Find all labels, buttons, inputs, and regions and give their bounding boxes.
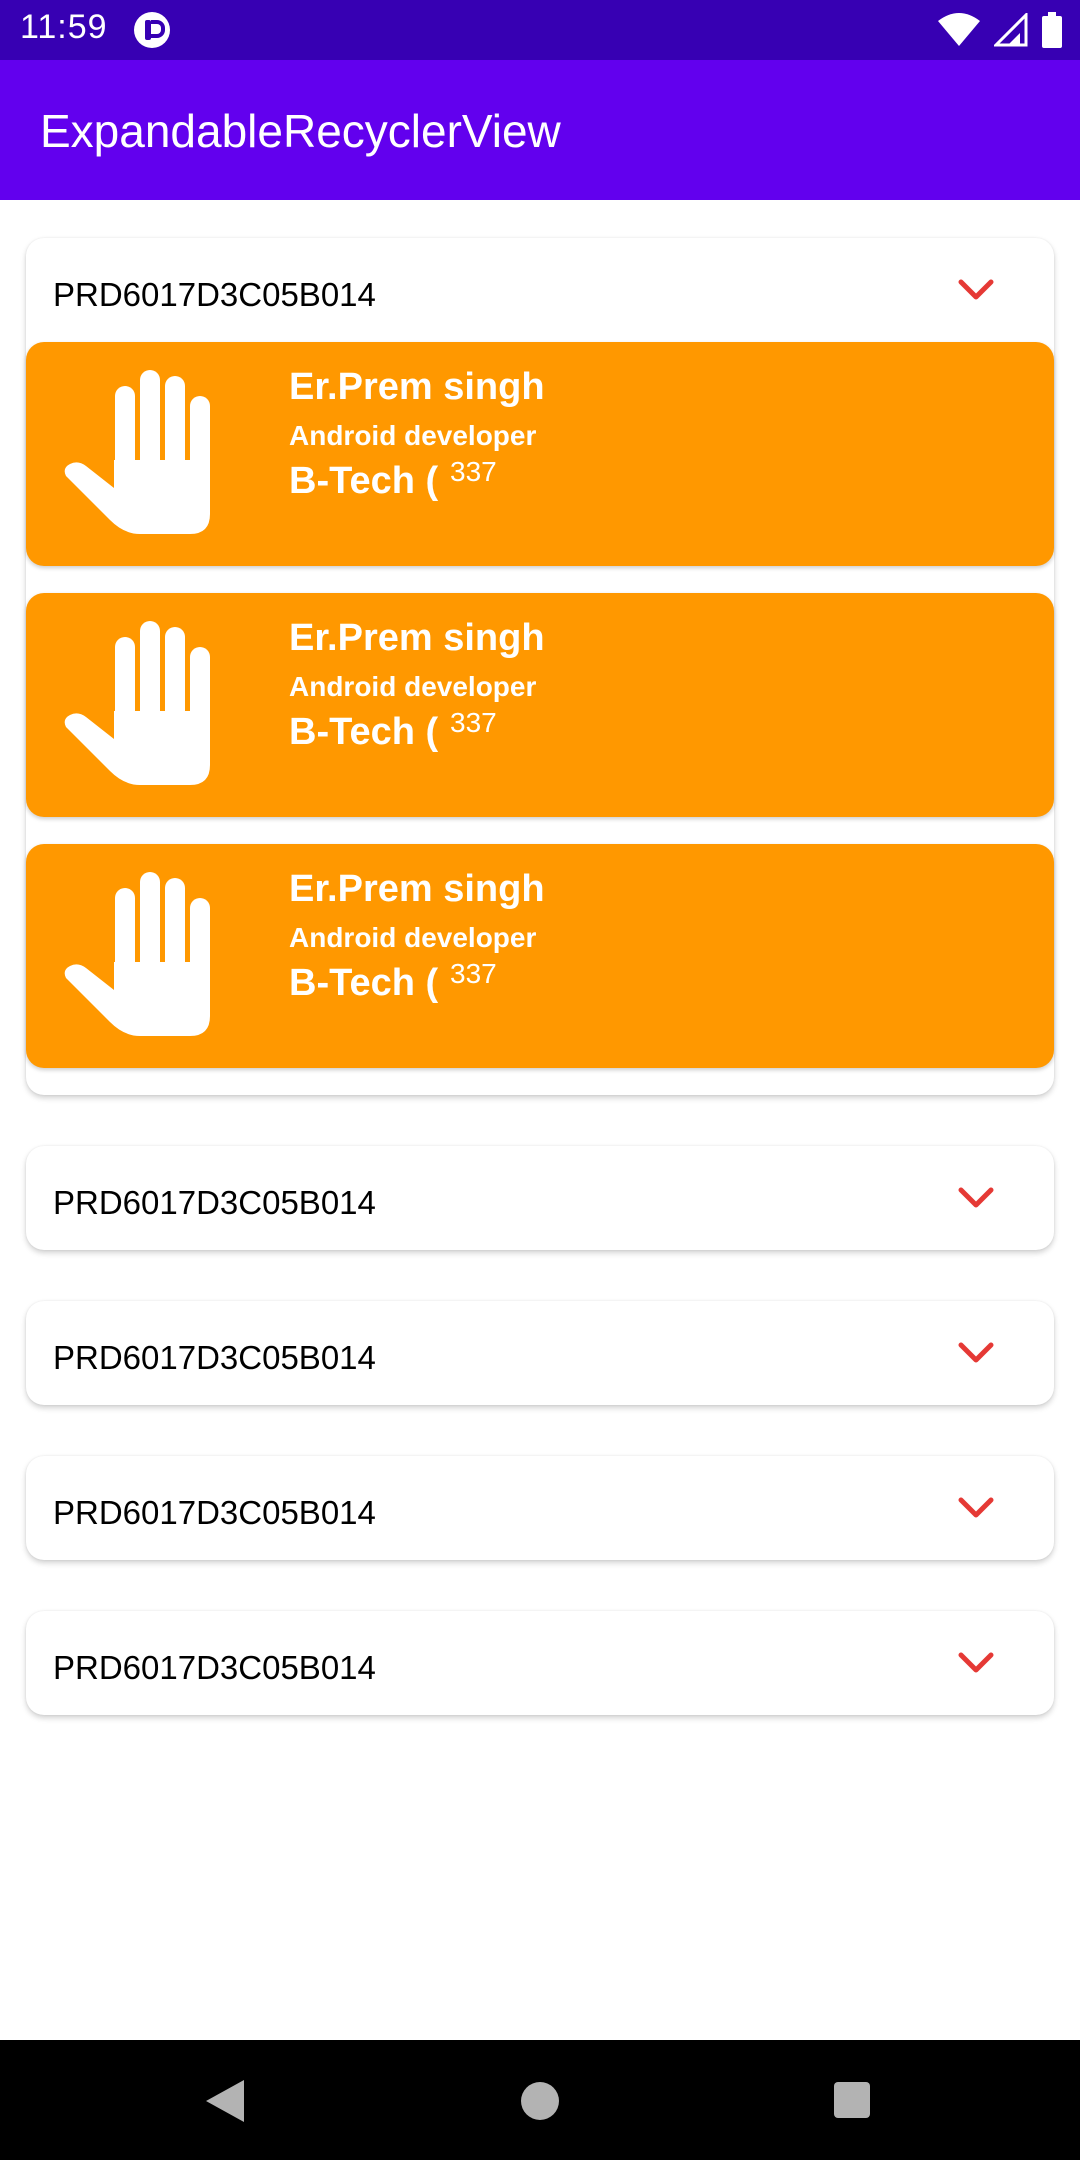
home-icon[interactable] (521, 2082, 559, 2120)
group-title: PRD6017D3C05B014 (53, 1184, 376, 1221)
group-header[interactable]: PRD6017D3C05B014 (26, 1611, 1054, 1715)
app-screen: 11:59 ExpandableRecyclerView PRD6017D3C0… (0, 0, 1080, 2160)
app-title: ExpandableRecyclerView (40, 105, 561, 157)
child-degree: B-Tech ( (289, 711, 439, 753)
chevron-down-icon[interactable] (958, 1341, 994, 1365)
app-notification-icon (134, 12, 170, 48)
child-role: Android developer (289, 922, 537, 953)
child-degree-sup: 337 (450, 456, 497, 487)
status-bar: 11:59 (0, 0, 1080, 60)
chevron-down-icon[interactable] (958, 1496, 994, 1520)
chevron-down-icon[interactable] (958, 1186, 994, 1210)
group-title: PRD6017D3C05B014 (53, 1339, 376, 1376)
recents-icon[interactable] (834, 2082, 870, 2118)
child-degree-sup: 337 (450, 958, 497, 989)
expandable-list[interactable]: PRD6017D3C05B014 Er.Prem singh Android d… (0, 200, 1080, 2040)
child-name: Er.Prem singh (289, 868, 545, 910)
group-card: PRD6017D3C05B014 (26, 1611, 1054, 1715)
group-header[interactable]: PRD6017D3C05B014 (26, 238, 1054, 342)
status-icons (938, 10, 1062, 50)
group-title: PRD6017D3C05B014 (53, 276, 376, 313)
child-degree: B-Tech ( (289, 460, 439, 502)
group-title: PRD6017D3C05B014 (53, 1649, 376, 1686)
hand-icon (64, 370, 211, 534)
group-header[interactable]: PRD6017D3C05B014 (26, 1146, 1054, 1250)
chevron-down-icon[interactable] (958, 278, 994, 302)
group-card: PRD6017D3C05B014 (26, 1301, 1054, 1405)
child-role: Android developer (289, 671, 537, 702)
status-time: 11:59 (20, 8, 108, 46)
group-card: PRD6017D3C05B014 (26, 1456, 1054, 1560)
chevron-down-icon[interactable] (958, 1651, 994, 1675)
back-icon[interactable] (206, 2080, 246, 2122)
group-card: PRD6017D3C05B014 (26, 1146, 1054, 1250)
app-bar: ExpandableRecyclerView (0, 60, 1080, 200)
wifi-icon (938, 13, 980, 46)
group-header[interactable]: PRD6017D3C05B014 (26, 1456, 1054, 1560)
hand-icon (64, 621, 211, 785)
child-card[interactable]: Er.Prem singh Android developer B-Tech (… (26, 593, 1054, 817)
child-card[interactable]: Er.Prem singh Android developer B-Tech (… (26, 342, 1054, 566)
group-card: PRD6017D3C05B014 Er.Prem singh Android d… (26, 238, 1054, 1095)
group-title: PRD6017D3C05B014 (53, 1494, 376, 1531)
child-name: Er.Prem singh (289, 617, 545, 659)
child-degree: B-Tech ( (289, 962, 439, 1004)
hand-icon (64, 872, 211, 1036)
navigation-bar (0, 2040, 1080, 2160)
child-card[interactable]: Er.Prem singh Android developer B-Tech (… (26, 844, 1054, 1068)
battery-icon (1042, 12, 1062, 48)
signal-icon (994, 13, 1028, 47)
child-degree-sup: 337 (450, 707, 497, 738)
child-name: Er.Prem singh (289, 366, 545, 408)
child-role: Android developer (289, 420, 537, 451)
group-header[interactable]: PRD6017D3C05B014 (26, 1301, 1054, 1405)
